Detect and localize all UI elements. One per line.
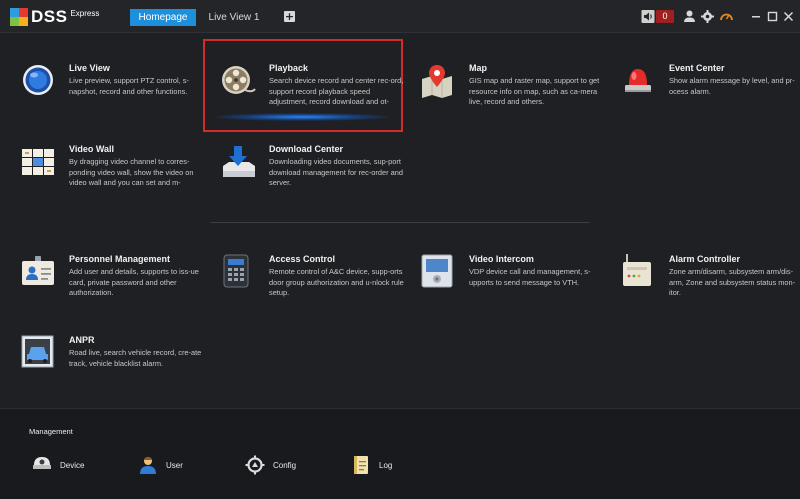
alarm-controller-icon <box>619 254 659 294</box>
module-title: Map <box>469 63 487 73</box>
module-title: Event Center <box>669 63 725 73</box>
film-reel-icon <box>219 63 259 103</box>
module-anpr[interactable]: ANPR Road live, search vehicle record, c… <box>19 335 209 395</box>
module-title: Playback <box>269 63 309 73</box>
module-description: Zone arm/disarm, subsystem arm/dis-arm, … <box>669 267 796 297</box>
notebook-icon <box>351 455 371 475</box>
logo-icon <box>10 8 28 26</box>
live-view-icon <box>19 63 59 103</box>
module-playback[interactable]: Playback Search device record and center… <box>219 63 409 123</box>
logo-subtitle: Express <box>70 9 100 18</box>
module-title: Video Intercom <box>469 254 534 264</box>
module-title: Alarm Controller <box>669 254 741 264</box>
user-icon[interactable] <box>682 9 697 24</box>
maximize-icon[interactable] <box>765 9 780 24</box>
module-description: By dragging video channel to corres-pond… <box>69 157 194 187</box>
intercom-icon <box>419 254 459 294</box>
module-live-view[interactable]: Live View Live preview, support PTZ cont… <box>19 63 209 123</box>
video-wall-icon <box>19 144 59 184</box>
module-title: Download Center <box>269 144 344 154</box>
download-icon <box>219 144 259 184</box>
module-description: Remote control of A&C device, supp-orts … <box>269 267 404 297</box>
app-logo: DSS Express <box>10 8 99 26</box>
camera-dome-icon <box>32 455 52 475</box>
gear-icon <box>245 455 265 475</box>
module-description: VDP device call and management, s-upport… <box>469 267 591 287</box>
module-description: GIS map and raster map, support to get r… <box>469 76 600 106</box>
module-description: Search device record and center rec-ord,… <box>269 76 404 106</box>
alarm-count-badge[interactable]: 0 <box>656 10 674 23</box>
module-alarm-controller[interactable]: Alarm Controller Zone arm/disarm, subsys… <box>619 254 800 314</box>
management-label: Device <box>60 461 85 470</box>
id-card-icon <box>19 254 59 294</box>
alarm-light-icon <box>619 63 659 103</box>
module-video-intercom[interactable]: Video Intercom VDP device call and manag… <box>419 254 609 314</box>
module-video-wall[interactable]: Video Wall By dragging video channel to … <box>19 144 209 204</box>
module-title: Personnel Management <box>69 254 171 264</box>
tab-live-view-1[interactable]: Live View 1 <box>202 9 266 26</box>
close-icon[interactable] <box>781 9 796 24</box>
tab-homepage[interactable]: Homepage <box>130 9 196 26</box>
title-bar: DSS Express Homepage Live View 1 + 0 <box>0 0 800 33</box>
module-map[interactable]: Map GIS map and raster map, support to g… <box>419 63 609 123</box>
management-title: Management <box>29 427 73 436</box>
module-description: Add user and details, supports to iss-ue… <box>69 267 199 297</box>
module-description: Live preview, support PTZ control, s-nap… <box>69 76 189 96</box>
management-label: Log <box>379 461 393 470</box>
management-label: Config <box>273 461 297 470</box>
minimize-icon[interactable] <box>749 9 764 24</box>
section-divider <box>210 222 590 223</box>
module-title: ANPR <box>69 335 95 345</box>
module-title: Live View <box>69 63 110 73</box>
access-keypad-icon <box>219 254 259 294</box>
management-panel: Management Device User Config Log <box>0 408 800 499</box>
module-download-center[interactable]: Download Center Downloading video docume… <box>219 144 409 204</box>
logo-text: DSS <box>31 7 68 26</box>
gauge-icon[interactable] <box>719 9 734 24</box>
car-plate-icon <box>19 335 59 375</box>
module-event-center[interactable]: Event Center Show alarm message by level… <box>619 63 800 123</box>
module-description: Show alarm message by level, and pr-oces… <box>669 76 795 96</box>
management-label: User <box>166 461 183 470</box>
module-access-control[interactable]: Access Control Remote control of A&C dev… <box>219 254 409 314</box>
gear-icon[interactable] <box>700 9 715 24</box>
module-personnel-management[interactable]: Personnel Management Add user and detail… <box>19 254 209 314</box>
map-pin-icon <box>419 63 459 103</box>
user-icon <box>138 455 158 475</box>
module-title: Access Control <box>269 254 336 264</box>
add-tab-button[interactable]: + <box>284 11 295 22</box>
speaker-icon[interactable] <box>641 9 656 24</box>
module-description: Downloading video documents, sup-port do… <box>269 157 403 187</box>
module-description: Road live, search vehicle record, cre-at… <box>69 348 202 368</box>
module-title: Video Wall <box>69 144 115 154</box>
